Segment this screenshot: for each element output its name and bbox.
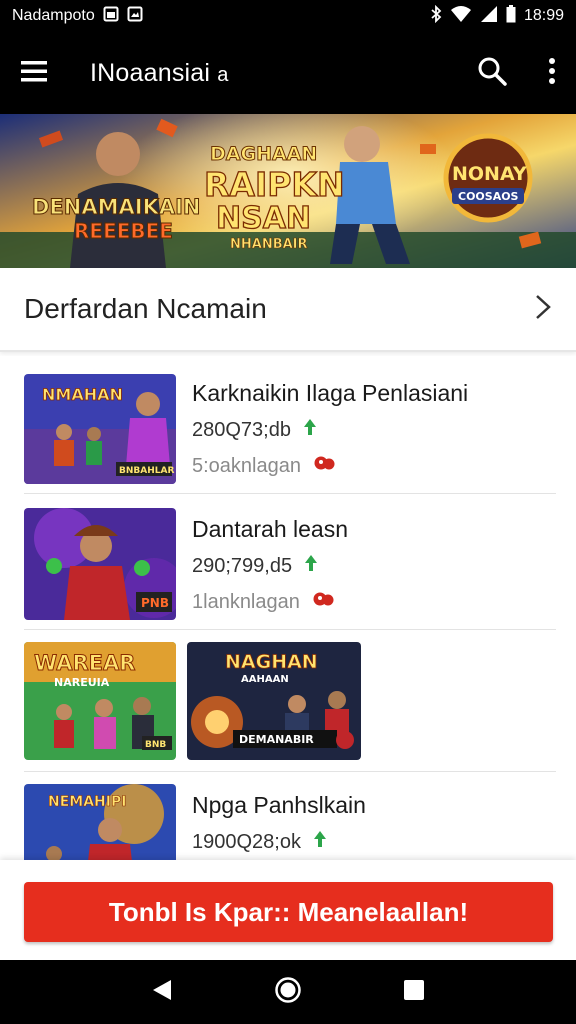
item-count-row: 280Q73;db xyxy=(192,418,317,442)
game-thumbnail[interactable]: NEMAHIPI xyxy=(24,784,176,860)
banner-left-title: DENAMAIKAIN xyxy=(32,195,200,219)
recents-icon[interactable] xyxy=(403,979,425,1006)
item-title: Dantarah leasn xyxy=(192,516,348,542)
app-bar: INoaansiai a xyxy=(0,32,576,114)
item-subtitle: 1lanknlagan xyxy=(192,590,300,613)
banner-center-line3: NSAN xyxy=(216,201,311,236)
bluetooth-icon xyxy=(430,4,442,28)
home-icon[interactable] xyxy=(274,976,302,1009)
item-sub-row: 5:oaknlagan xyxy=(192,454,337,478)
list-item[interactable]: PNB Dantarah leasn 290;799,d5 1lanknlaga… xyxy=(24,494,556,630)
list-item[interactable]: NMAHAN BNBAHLAR Karknaikin Ilaga Penlasi… xyxy=(24,356,556,494)
game-thumbnail[interactable]: PNB xyxy=(24,508,176,620)
thumb-badge: PNB xyxy=(141,596,169,610)
thumb-subtitle: NAREUIA xyxy=(54,676,110,689)
banner-artwork: DENAMAIKAIN REEEBEE DAGHAAN RAIPKN NSAN … xyxy=(0,114,576,268)
item-count: 280Q73;db xyxy=(192,418,291,441)
banner-center-line2: RAIPKN xyxy=(204,165,345,204)
item-title: Npga Panhslkain xyxy=(192,792,366,818)
thumb-badge: DEMANABIR xyxy=(239,733,314,746)
game-thumbnail[interactable]: NAGHAN AAHAAN DEMANABIR xyxy=(187,642,361,760)
game-list: NMAHAN BNBAHLAR Karknaikin Ilaga Penlasi… xyxy=(0,356,576,860)
system-nav-bar xyxy=(0,960,576,1024)
cta-button[interactable]: Tonbl Is Kpar:: Meanelaallan! xyxy=(24,882,553,942)
thumb-badge: BNBAHLAR xyxy=(119,466,174,476)
banner-center-line1: DAGHAAN xyxy=(210,143,317,165)
item-sub-row: 1lanknlagan xyxy=(192,590,336,614)
search-icon[interactable] xyxy=(476,55,508,92)
list-item[interactable]: NEMAHIPI Npga Panhslkain 1900Q28;ok xyxy=(24,772,556,860)
thumb-title: WAREAR xyxy=(34,651,135,675)
item-title: Karknaikin Ilaga Penlasiani xyxy=(192,380,469,406)
battery-icon xyxy=(506,4,516,28)
back-icon[interactable] xyxy=(151,978,173,1007)
thumb-badge: BNB xyxy=(145,740,166,750)
more-vert-icon[interactable] xyxy=(548,57,556,90)
thumb-subtitle: AAHAAN xyxy=(241,674,289,685)
gallery-icon xyxy=(127,6,143,27)
app-title: INoaansiai a xyxy=(90,58,229,87)
signal-icon xyxy=(480,5,498,28)
item-subtitle: 5:oaknlagan xyxy=(192,454,301,477)
clock: 18:99 xyxy=(523,7,564,24)
banner-badge-title: NONAY xyxy=(452,163,527,185)
item-count: 1900Q28;ok xyxy=(192,830,301,853)
banner-center-line4: NHANBAIR xyxy=(230,237,308,252)
trending-up-icon xyxy=(313,830,327,854)
location-icon xyxy=(313,454,337,478)
item-count: 290;799,d5 xyxy=(192,554,293,577)
section-header[interactable]: Derfardan Ncamain xyxy=(0,268,576,352)
list-item[interactable]: WAREAR NAREUIA BNB NAGHAN AAHAAN DEMANAB… xyxy=(24,630,556,772)
image-icon xyxy=(103,6,119,27)
carrier-label: Nadampoto xyxy=(12,7,95,24)
thumb-title: NEMAHIPI xyxy=(48,794,126,810)
thumb-title: NMAHAN xyxy=(42,385,123,404)
item-count-row: 290;799,d5 xyxy=(192,554,318,578)
trending-up-icon xyxy=(304,554,318,578)
section-title: Derfardan Ncamain xyxy=(24,293,267,324)
wifi-icon xyxy=(450,5,472,28)
banner-badge-subtitle: COOSAOS xyxy=(458,190,519,203)
promo-banner[interactable]: DENAMAIKAIN REEEBEE DAGHAAN RAIPKN NSAN … xyxy=(0,114,576,268)
location-icon xyxy=(312,590,336,614)
thumb-title: NAGHAN xyxy=(225,651,318,673)
status-bar: Nadampoto 18:99 xyxy=(0,0,576,32)
app-title-suffix: a xyxy=(217,63,229,86)
chevron-right-icon[interactable] xyxy=(534,293,552,326)
menu-icon[interactable] xyxy=(20,59,48,88)
trending-up-icon xyxy=(303,418,317,442)
game-thumbnail[interactable]: WAREAR NAREUIA BNB xyxy=(24,642,176,760)
banner-left-subtitle: REEEBEE xyxy=(74,219,173,243)
game-thumbnail[interactable]: NMAHAN BNBAHLAR xyxy=(24,374,176,484)
cta-label: Tonbl Is Kpar:: Meanelaallan! xyxy=(108,896,469,927)
cta-container: Tonbl Is Kpar:: Meanelaallan! xyxy=(0,860,576,960)
item-count-row: 1900Q28;ok xyxy=(192,830,327,854)
